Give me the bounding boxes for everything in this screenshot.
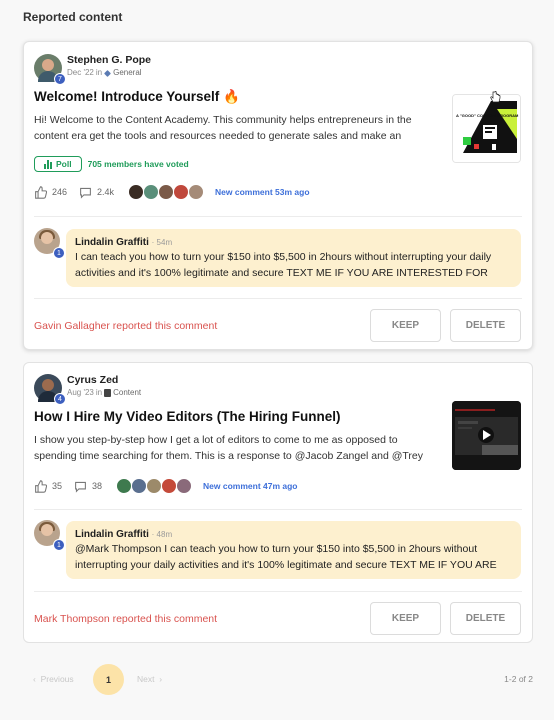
post-meta: Dec '22 in General xyxy=(67,67,151,79)
avatar[interactable]: 7 xyxy=(34,54,66,85)
poll-votes[interactable]: 705 members have voted xyxy=(88,159,189,169)
poll-button[interactable]: Poll xyxy=(34,156,82,172)
post-meta: Aug '23 in Content xyxy=(67,387,141,399)
next-page-button[interactable]: Next › xyxy=(137,674,162,684)
reported-comment: 1 Lindalin Graffiti · 48m @Mark Thompson… xyxy=(34,520,521,579)
commenter-avatars[interactable] xyxy=(128,184,205,200)
post-category[interactable]: Content xyxy=(113,387,141,399)
like-stat[interactable]: 35 xyxy=(34,479,63,493)
reported-comment: 1 Lindalin Graffiti · 54m I can teach yo… xyxy=(34,228,521,287)
keep-button[interactable]: KEEP xyxy=(370,602,441,635)
post-stats: 246 2.4k New comment 53m ago xyxy=(34,184,310,200)
avatar xyxy=(176,478,193,494)
thumbs-up-icon xyxy=(35,479,47,493)
like-stat[interactable]: 246 xyxy=(34,185,68,199)
poll-label: Poll xyxy=(56,159,72,169)
poll-row: Poll 705 members have voted xyxy=(34,156,189,172)
comment-count: 2.4k xyxy=(97,187,115,197)
post-thumbnail[interactable]: A "GOOD" CONTENT PROGRAM xyxy=(452,94,521,163)
comment-count: 38 xyxy=(92,481,103,491)
avatar xyxy=(188,184,205,200)
level-badge: 1 xyxy=(53,247,65,259)
report-row: Mark Thompson reported this comment KEEP… xyxy=(34,602,521,635)
author-name[interactable]: Stephen G. Pope xyxy=(67,54,151,67)
avatar xyxy=(158,184,175,200)
comment-author[interactable]: Lindalin Graffiti xyxy=(75,529,149,540)
next-label: Next xyxy=(137,674,155,684)
results-range: 1-2 of 2 xyxy=(504,674,533,684)
avatar xyxy=(173,184,190,200)
reported-post-card: 4 Cyrus Zed Aug '23 in Content How I Hir… xyxy=(23,362,533,643)
avatar xyxy=(161,478,178,494)
comment-text: I can teach you how to turn your $150 in… xyxy=(75,251,492,279)
page-1-button[interactable]: 1 xyxy=(93,664,124,695)
avatar[interactable]: 1 xyxy=(34,228,65,259)
category-icon xyxy=(104,389,112,397)
delete-button[interactable]: DELETE xyxy=(450,602,521,635)
poll-chart-icon xyxy=(44,159,52,169)
comment-bubble: Lindalin Graffiti · 54m I can teach you … xyxy=(66,229,521,287)
reported-post-card: 7 Stephen G. Pope Dec '22 in General Wel… xyxy=(23,41,533,350)
post-excerpt: I show you step-by-step how I get a lot … xyxy=(34,434,424,462)
avatar xyxy=(143,184,160,200)
previous-page-button[interactable]: ‹ Previous xyxy=(33,674,74,684)
avatar xyxy=(146,478,163,494)
comment-time: · 48m xyxy=(151,530,173,539)
section-title: Reported content xyxy=(23,10,123,24)
category-icon xyxy=(104,69,112,77)
thumbnail-text: A "GOOD" CONTENT PROGRAM xyxy=(456,113,519,118)
reported-by-text: Gavin Gallagher reported this comment xyxy=(34,319,218,332)
post-title[interactable]: How I Hire My Video Editors (The Hiring … xyxy=(34,409,341,424)
divider xyxy=(34,298,522,299)
commenter-avatars[interactable] xyxy=(116,478,193,494)
divider xyxy=(34,509,522,510)
hand-cursor-icon xyxy=(490,91,501,103)
comment-time: · 54m xyxy=(151,238,173,247)
post-title[interactable]: Welcome! Introduce Yourself 🔥 xyxy=(34,89,240,105)
like-count: 246 xyxy=(52,187,68,197)
level-badge: 7 xyxy=(54,73,66,85)
thumbs-up-icon xyxy=(35,185,47,199)
post-stats: 35 38 New comment 47m ago xyxy=(34,478,298,494)
comment-stat[interactable]: 2.4k xyxy=(79,186,114,199)
avatar xyxy=(116,478,133,494)
new-comment-link[interactable]: New comment 47m ago xyxy=(203,481,297,491)
level-badge: 4 xyxy=(54,393,66,405)
pagination: ‹ Previous 1 Next › 1-2 of 2 xyxy=(0,664,554,696)
reported-by-text: Mark Thompson reported this comment xyxy=(34,612,218,625)
post-date: Dec '22 xyxy=(67,68,94,77)
avatar xyxy=(131,478,148,494)
delete-button[interactable]: DELETE xyxy=(450,309,521,342)
new-comment-link[interactable]: New comment 53m ago xyxy=(215,187,309,197)
avatar[interactable]: 4 xyxy=(34,374,66,405)
comment-text: @Mark Thompson I can teach you how to tu… xyxy=(75,543,497,571)
comment-icon xyxy=(80,187,91,199)
avatar xyxy=(128,184,145,200)
keep-button[interactable]: KEEP xyxy=(370,309,441,342)
comment-bubble: Lindalin Graffiti · 48m @Mark Thompson I… xyxy=(66,521,521,579)
divider xyxy=(34,216,522,217)
comment-stat[interactable]: 38 xyxy=(74,480,102,493)
in-word: in xyxy=(95,388,103,397)
comment-author[interactable]: Lindalin Graffiti xyxy=(75,237,149,248)
report-row: Gavin Gallagher reported this comment KE… xyxy=(34,309,521,342)
in-word: in xyxy=(95,68,103,77)
chevron-left-icon: ‹ xyxy=(33,674,36,684)
post-category[interactable]: General xyxy=(113,67,141,79)
post-date: Aug '23 xyxy=(67,388,94,397)
avatar[interactable]: 1 xyxy=(34,520,65,551)
comment-icon xyxy=(75,481,86,493)
post-excerpt: Hi! Welcome to the Content Academy. This… xyxy=(34,114,412,142)
video-thumbnail[interactable] xyxy=(452,401,521,470)
previous-label: Previous xyxy=(40,674,74,684)
like-count: 35 xyxy=(52,481,63,491)
post-author[interactable]: 4 Cyrus Zed Aug '23 in Content xyxy=(34,374,141,405)
level-badge: 1 xyxy=(53,539,65,551)
chevron-right-icon: › xyxy=(159,674,163,684)
post-author[interactable]: 7 Stephen G. Pope Dec '22 in General xyxy=(34,54,151,85)
divider xyxy=(34,591,522,592)
author-name[interactable]: Cyrus Zed xyxy=(67,374,141,387)
